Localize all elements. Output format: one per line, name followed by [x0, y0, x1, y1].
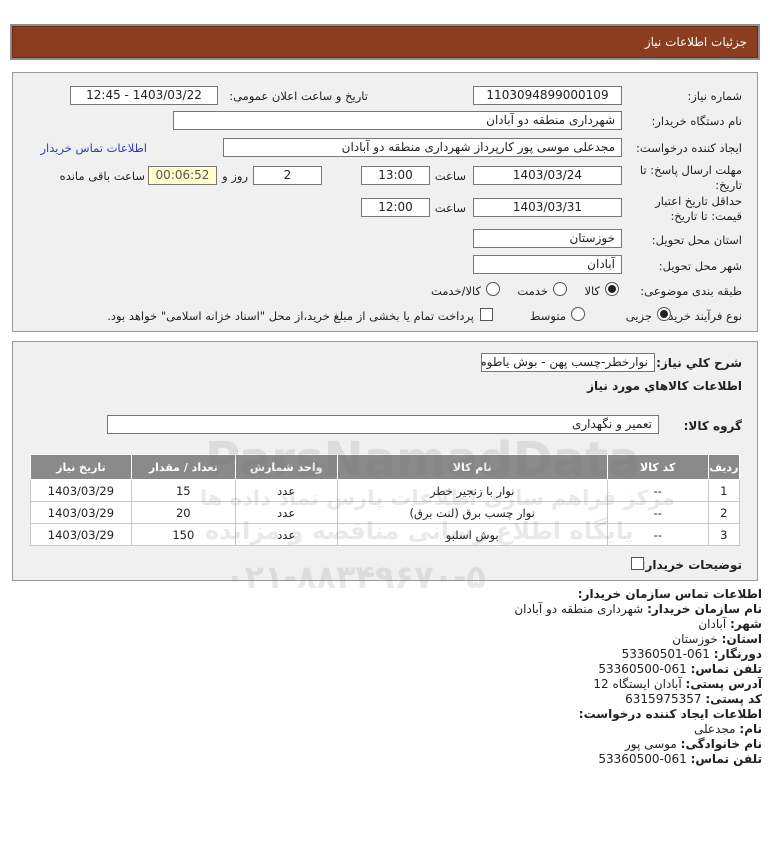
buyer-org-label: نام دستگاه خریدار:	[651, 114, 742, 128]
phone-label: تلفن تماس:	[690, 662, 762, 676]
price-validity-time-field[interactable]: 12:00	[361, 198, 430, 217]
name-value: مجدعلی	[693, 722, 736, 736]
price-validity-label-line1: حداقل تاریخ اعتبار	[655, 194, 742, 208]
buyer-contact-link[interactable]: اطلاعات تماس خریدار	[40, 141, 147, 155]
org-name-label: نام سازمان خریدار:	[647, 602, 762, 616]
requester-field[interactable]: مجدعلی موسی پور کارپرداز شهرداری منطقه د…	[223, 138, 622, 157]
process-medium-label: متوسط	[529, 309, 566, 323]
response-date-field[interactable]: 1403/03/24	[473, 166, 622, 185]
postal-value: 6315975357	[625, 692, 702, 706]
price-validity-date-field[interactable]: 1403/03/31	[473, 198, 622, 217]
org-name-line: نام سازمان خریدار: شهرداری منطقه دو آباد…	[514, 602, 762, 616]
address-label: آدرس پستی:	[685, 677, 762, 691]
process-medium-radio[interactable]	[571, 307, 585, 321]
price-validity-time-label: ساعت	[434, 201, 466, 215]
process-minor-label: جزیی	[625, 309, 652, 323]
announce-datetime-field[interactable]: 1403/03/22 - 12:45	[70, 86, 218, 105]
need-summary-label: شرح کلي نياز:	[656, 356, 742, 370]
info-city-value: آبادان	[698, 617, 727, 631]
watermark-brand: ParsNamadData	[205, 432, 641, 488]
city-line: شهر: آبادان	[698, 617, 762, 631]
cell-row-number: 1	[707, 479, 741, 502]
fax-value: 061-53360501	[621, 647, 710, 661]
name-label: نام:	[739, 722, 762, 736]
fax-line: دورنگار: 061-53360501	[622, 647, 762, 661]
response-deadline-label: مهلت ارسال پاسخ: تا تاریخ:	[640, 163, 742, 193]
postal-label: کد پستی:	[705, 692, 762, 706]
phone-value: 061-53360500	[598, 662, 687, 676]
need-number-field[interactable]: 1103094899000109	[473, 86, 622, 105]
requester-phone-line: تلفن تماس: 061-53360500	[598, 752, 762, 766]
watermark-line1: مرکز فراهم سازی اطلاعات پارس نماد داده ه…	[200, 486, 675, 510]
process-minor-radio[interactable]	[657, 307, 671, 321]
category-goods-service-radio[interactable]	[486, 282, 500, 296]
days-remaining-field[interactable]: 2	[253, 166, 322, 185]
cell-need-date: 1403/03/29	[30, 501, 132, 524]
category-label: طبقه بندی موضوعی:	[640, 284, 742, 298]
fax-label: دورنگار:	[713, 647, 762, 661]
info-province-value: خوزستان	[672, 632, 718, 646]
cell-need-date: 1403/03/29	[30, 523, 132, 546]
buyer-notes-label: توضیحات خریدار:	[640, 558, 742, 572]
province-label: استان محل تحویل:	[651, 233, 742, 247]
process-type-label: نوع فرآیند خرید :	[660, 309, 742, 323]
address-line: آدرس پستی: آبادان ایستگاه 12	[593, 677, 762, 691]
city-field[interactable]: آبادان	[473, 255, 622, 274]
goods-group-label: گروه کالا:	[683, 419, 742, 433]
buyer-contact-title-text: اطلاعات تماس سازمان خریدار:	[577, 587, 762, 601]
response-time-field[interactable]: 13:00	[361, 166, 430, 185]
info-province-label: استان:	[721, 632, 762, 646]
info-city-label: شهر:	[730, 617, 762, 631]
price-validity-label-line2: قیمت: تا تاریخ:	[670, 209, 742, 223]
response-time-label: ساعت	[434, 169, 466, 183]
category-goods-service-label: کالا/خدمت	[430, 284, 481, 298]
category-goods-radio[interactable]	[605, 282, 619, 296]
watermark-phone: ۰۲۱-۸۸۳۴۹۶۷۰-۵	[225, 558, 486, 596]
name-line: نام: مجدعلی	[694, 722, 762, 736]
cell-row-number: 3	[707, 523, 741, 546]
buyer-contact-title: اطلاعات تماس سازمان خریدار:	[578, 587, 762, 601]
requester-label: ایجاد کننده درخواست:	[636, 141, 742, 155]
category-service-label: خدمت	[517, 284, 548, 298]
col-row-number: ردیف	[707, 454, 741, 480]
buyer-notes-checkbox[interactable]	[631, 557, 644, 570]
category-service-radio[interactable]	[553, 282, 567, 296]
requester-contact-title: اطلاعات ایجاد کننده درخواست:	[579, 707, 762, 721]
category-goods-label: کالا	[584, 284, 600, 298]
col-need-date: تاریخ نیاز	[30, 454, 132, 480]
cell-need-date: 1403/03/29	[30, 479, 132, 502]
cell-row-number: 2	[707, 501, 741, 524]
need-summary-field: نوارخطر-چسب پهن - بوش یاطوم	[481, 353, 655, 372]
treasury-payment-checkbox[interactable]	[480, 308, 493, 321]
time-remaining-field: 00:06:52	[148, 166, 217, 185]
response-deadline-label-line2: تاریخ:	[715, 178, 742, 192]
family-value: موسی پور	[624, 737, 677, 751]
address-value: آبادان ایستگاه 12	[593, 677, 682, 691]
province-line: استان: خوزستان	[672, 632, 762, 646]
requester-phone-label: تلفن تماس:	[690, 752, 762, 766]
family-line: نام خانوادگی: موسی پور	[625, 737, 762, 751]
price-validity-label: حداقل تاریخ اعتبار قیمت: تا تاریخ:	[655, 194, 742, 224]
buyer-org-field[interactable]: شهرداری منطقه دو آبادان	[173, 111, 622, 130]
watermark-line2: پایگاه اطلاع رسانی مناقصه و مزایده	[205, 517, 634, 545]
city-label: شهر محل تحویل:	[658, 259, 742, 273]
page-header: جزئیات اطلاعات نیاز	[10, 24, 760, 60]
need-number-label: شماره نیاز:	[687, 89, 742, 103]
goods-info-title: اطلاعات کالاهاي مورد نياز	[587, 379, 742, 393]
phone-line: تلفن تماس: 061-53360500	[598, 662, 762, 676]
requester-contact-title-text: اطلاعات ایجاد کننده درخواست:	[578, 707, 762, 721]
time-remaining-label: ساعت باقی مانده	[59, 169, 145, 183]
response-deadline-label-line1: مهلت ارسال پاسخ: تا	[639, 163, 742, 177]
announce-datetime-label: تاریخ و ساعت اعلان عمومی:	[229, 89, 368, 103]
requester-phone-value: 061-53360500	[598, 752, 687, 766]
family-label: نام خانوادگی:	[680, 737, 762, 751]
treasury-payment-note: پرداخت تمام یا بخشی از مبلغ خرید،از محل …	[107, 309, 474, 323]
page-title: جزئیات اطلاعات نیاز	[12, 26, 758, 58]
org-name-value: شهرداری منطقه دو آبادان	[514, 602, 644, 616]
days-label: روز و	[222, 169, 248, 183]
province-field[interactable]: خوزستان	[473, 229, 622, 248]
postal-line: کد پستی: 6315975357	[625, 692, 762, 706]
